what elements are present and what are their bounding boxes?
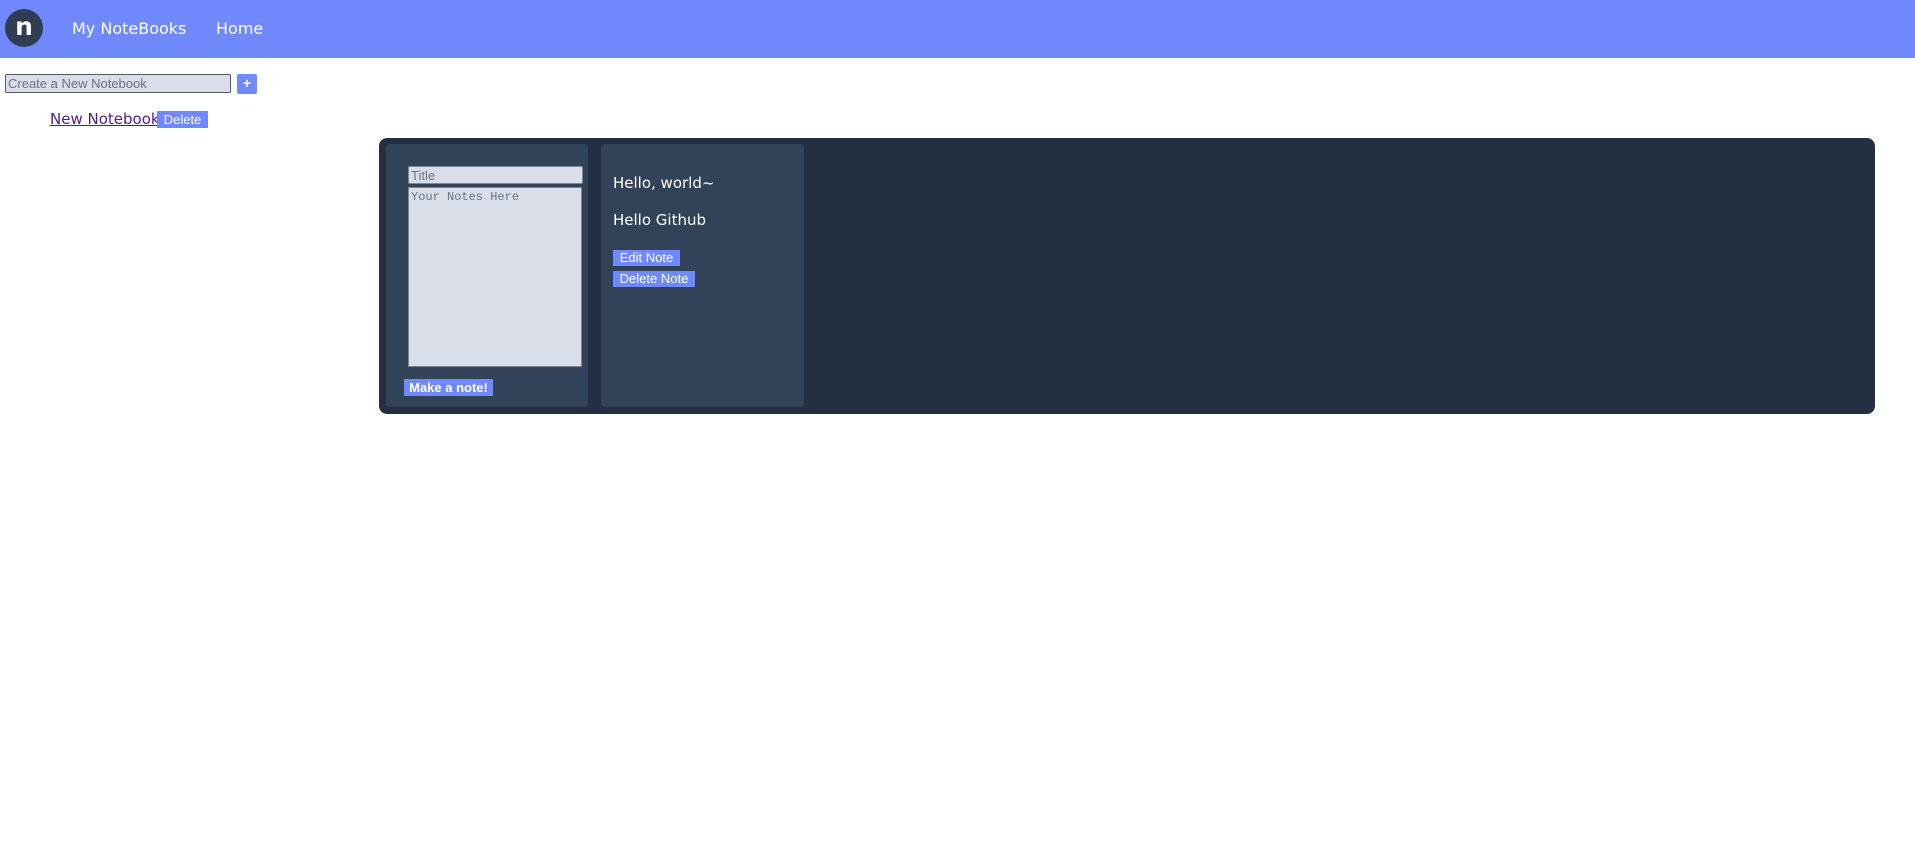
delete-note-button[interactable]: Delete Note <box>613 271 695 287</box>
edit-note-button[interactable]: Edit Note <box>613 250 680 266</box>
nav-home[interactable]: Home <box>216 19 263 38</box>
delete-notebook-button[interactable]: Delete <box>157 111 208 128</box>
note-form-card: Make a note! <box>386 144 588 407</box>
note-body-textarea[interactable] <box>408 187 582 367</box>
notebook-link[interactable]: New Notebook <box>50 110 160 128</box>
app-logo[interactable]: n <box>5 9 43 47</box>
note-title-input[interactable] <box>408 166 583 184</box>
make-note-button[interactable]: Make a note! <box>404 379 493 396</box>
add-notebook-button[interactable]: + <box>237 74 257 94</box>
note-title: Hello, world~ <box>613 174 715 192</box>
note-card: Hello, world~ Hello Github Edit Note Del… <box>601 144 804 407</box>
note-body: Hello Github <box>613 211 706 229</box>
top-navbar: n My NoteBooks Home <box>0 0 1915 58</box>
new-notebook-input[interactable] <box>5 74 231 93</box>
nav-my-notebooks[interactable]: My NoteBooks <box>72 19 186 38</box>
notes-workspace: Make a note! Hello, world~ Hello Github … <box>379 138 1875 414</box>
